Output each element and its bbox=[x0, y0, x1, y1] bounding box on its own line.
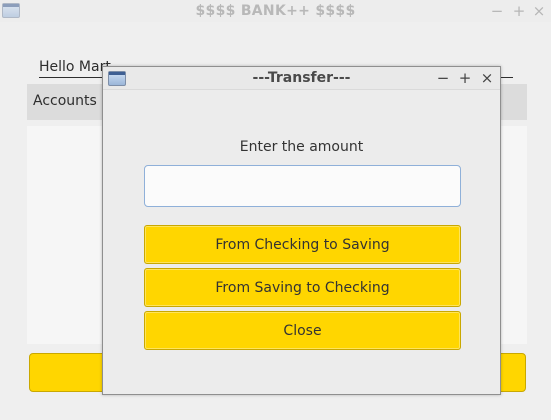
checking-to-saving-button[interactable]: From Checking to Saving bbox=[144, 225, 461, 264]
maximize-icon[interactable]: + bbox=[510, 0, 528, 22]
close-button[interactable]: Close bbox=[144, 311, 461, 350]
amount-prompt: Enter the amount bbox=[239, 139, 364, 155]
amount-input[interactable] bbox=[144, 165, 461, 207]
saving-to-checking-button[interactable]: From Saving to Checking bbox=[144, 268, 461, 307]
accounts-label: Accounts bbox=[33, 93, 97, 109]
dialog-close-icon[interactable]: × bbox=[478, 67, 496, 89]
main-window-title: $$$$ BANK++ $$$$ bbox=[195, 3, 356, 19]
greeting-label: Hello Mart bbox=[39, 59, 111, 75]
close-icon[interactable]: × bbox=[530, 0, 548, 22]
minimize-icon[interactable]: − bbox=[488, 0, 506, 22]
dialog-maximize-icon[interactable]: + bbox=[456, 67, 474, 89]
dialog-minimize-icon[interactable]: − bbox=[434, 67, 452, 89]
transfer-dialog: ---Transfer--- − + × Enter the amount Fr… bbox=[102, 66, 501, 395]
